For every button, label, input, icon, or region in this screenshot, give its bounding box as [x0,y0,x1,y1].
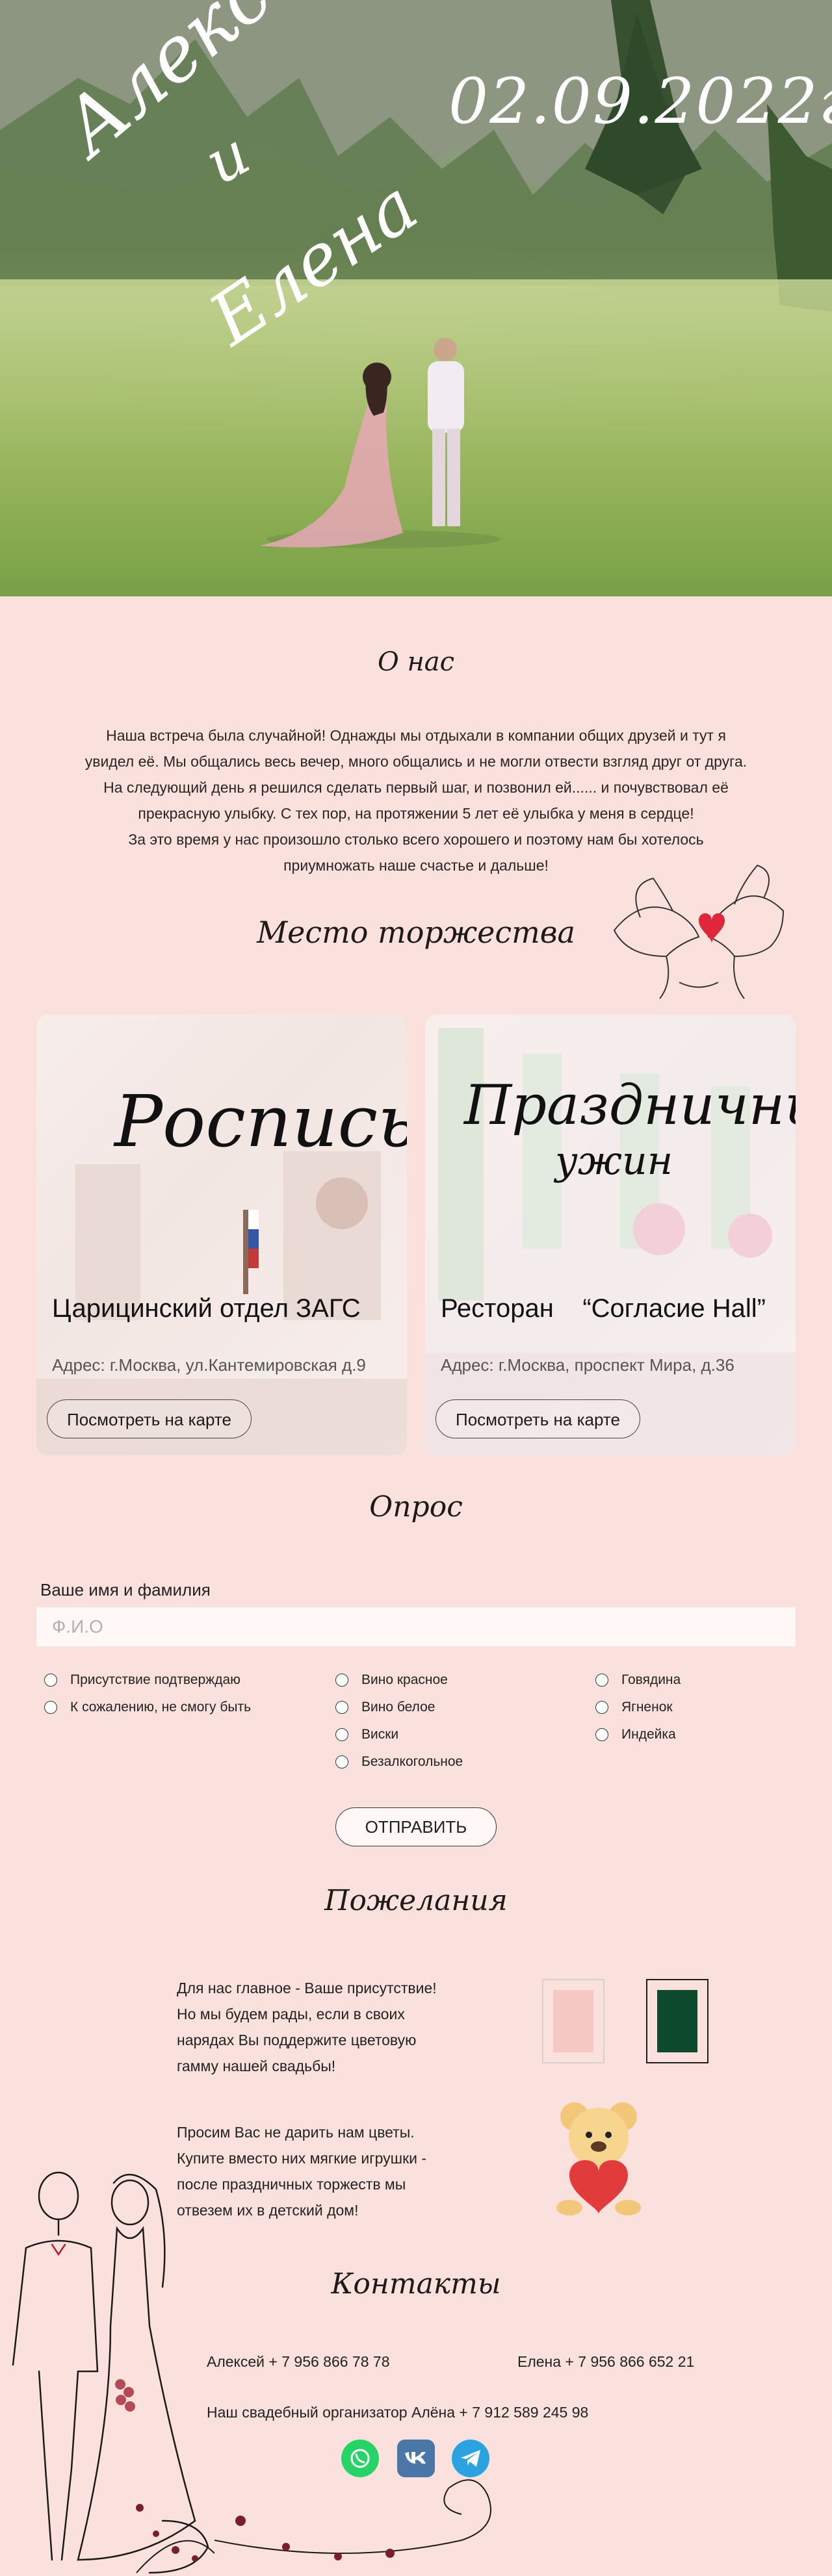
name-input[interactable] [36,1607,796,1646]
dinner-address: Адрес: г.Москва, проспект Мира, д.36 [441,1355,734,1375]
gift-line: Просим Вас не дарить нам цветы. [177,2124,415,2141]
dinner-map-button[interactable]: Посмотреть на карте [436,1399,640,1438]
gift-line: Купите вместо них мягкие игрушки - [177,2150,427,2167]
dinner-heading-line1: Праздничный [464,1073,796,1137]
radio-label: Говядина [621,1672,681,1687]
venue-card-registry: Роспись Царицинский отдел ЗАГС Адрес: г.… [36,1015,407,1455]
couple-names: Алексей и Елена [26,0,432,361]
contacts-title: Контакты [331,2267,501,2301]
radio-food-turkey[interactable]: Индейка [595,1727,676,1742]
about-line: За это время у нас произошло столько все… [128,831,704,848]
radio-label: Индейка [621,1727,676,1742]
radio-label: Безалкогольное [361,1754,463,1769]
telegram-icon[interactable] [452,2440,489,2477]
wedding-date: 02.09.2022г. [448,65,832,138]
radio-attend-yes[interactable]: Присутствие подтверждаю [44,1672,240,1688]
about-line: Наша встреча была случайной! Однажды мы … [106,727,726,744]
bride-groom-sketch [12,2171,214,2574]
about-line: увидел её. Мы общались весь вечер, много… [84,753,748,770]
couple-photo [260,338,500,548]
name-label: Ваше имя и фамилия [40,1580,211,1600]
gift-line: после праздничных торжеств мы [177,2176,406,2193]
dress-line: нарядах Вы поддержите цветовую [177,2032,417,2048]
teddy-bear-illustration [556,2102,641,2215]
radio-button[interactable] [335,1728,348,1741]
organizer-contact[interactable]: Наш свадебный организатор Алёна + 7 912 … [207,2404,588,2421]
radio-drink-whisky[interactable]: Виски [335,1727,398,1742]
registry-place: Царицинский отдел ЗАГС [52,1294,361,1323]
venue-card-dinner: Праздничный ужин Ресторан “Согласие Hall… [425,1015,796,1455]
radio-label: Вино красное [361,1672,448,1687]
radio-button[interactable] [595,1701,608,1714]
radio-button[interactable] [335,1755,348,1768]
radio-button[interactable] [44,1674,57,1687]
swatch-fill [657,1990,697,2052]
radio-attend-no[interactable]: К сожалению, не смогу быть [44,1700,251,1715]
radio-button[interactable] [595,1728,608,1741]
dress-line: Но мы будем рады, если в своих [177,2006,405,2022]
radio-food-lamb[interactable]: Ягненок [595,1700,673,1715]
gift-request-text: Просим Вас не дарить нам цветы. Купите в… [177,2119,541,2223]
venues-title: Место торжества [257,915,575,950]
gift-line: отвезем их в детский дом! [177,2202,359,2219]
registry-heading: Роспись [114,1080,407,1163]
bride-contact[interactable]: Елена + 7 956 866 652 21 [517,2353,694,2371]
radio-drink-white[interactable]: Вино белое [335,1700,435,1715]
color-swatch-pink [542,1979,604,2063]
dinner-heading-line2: ужин [555,1138,673,1184]
registry-map-button[interactable]: Посмотреть на карте [47,1399,252,1438]
about-line: прекрасную улыбку. С тех пор, на протяже… [138,805,694,822]
submit-button[interactable]: ОТПРАВИТЬ [335,1807,497,1846]
swatch-fill [553,1990,593,2052]
wishes-title: Пожелания [324,1884,508,1917]
radio-drink-red[interactable]: Вино красное [335,1672,448,1688]
vk-icon[interactable] [397,2440,435,2477]
radio-label: Ягненок [621,1700,673,1715]
registry-address: Адрес: г.Москва, ул.Кантемировская д.9 [52,1355,366,1375]
groom-contact[interactable]: Алексей + 7 956 866 78 78 [207,2353,390,2371]
dress-line: гамму нашей свадьбы! [177,2058,336,2074]
about-title: О нас [377,647,455,677]
color-swatch-green [646,1979,708,2063]
dress-line: Для нас главное - Ваше присутствие! [177,1980,437,1996]
radio-button[interactable] [44,1701,57,1714]
poll-title: Опрос [369,1490,463,1524]
radio-label: К сожалению, не смогу быть [70,1700,252,1715]
radio-food-beef[interactable]: Говядина [595,1672,681,1688]
about-text: Наша встреча была случайной! Однажды мы … [65,722,767,878]
radio-button[interactable] [335,1674,348,1687]
about-line: На следующий день я решился сделать перв… [103,779,729,796]
radio-label: Вино белое [361,1700,436,1715]
whatsapp-icon[interactable] [341,2440,379,2477]
dinner-place: Ресторан “Согласие Hall” [441,1294,766,1323]
radio-label: Присутствие подтверждаю [70,1672,240,1687]
radio-button[interactable] [595,1674,608,1687]
conjunction: и [194,118,261,198]
hero-banner: Алексей и Елена 02.09.2022г. [0,0,832,596]
radio-button[interactable] [335,1701,348,1714]
dress-code-text: Для нас главное - Ваше присутствие! Но м… [177,1975,515,2079]
radio-label: Виски [361,1727,399,1742]
radio-drink-none[interactable]: Безалкогольное [335,1754,463,1770]
